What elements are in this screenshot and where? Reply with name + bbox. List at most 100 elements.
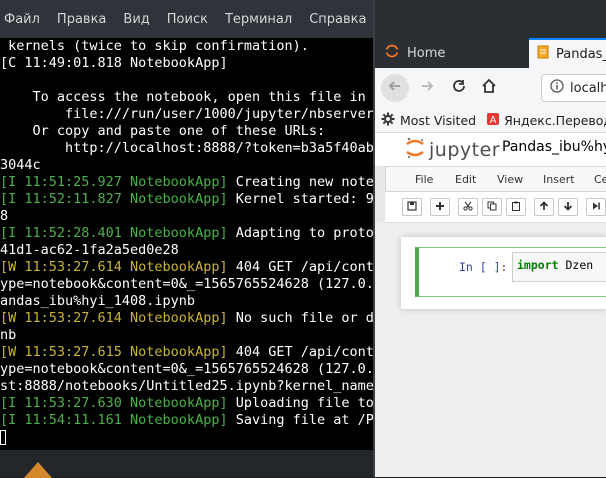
plus-icon bbox=[435, 201, 445, 214]
tab-home[interactable]: Home bbox=[375, 38, 529, 68]
log-message: Kernel started: 95 bbox=[227, 191, 373, 207]
menu-terminal[interactable]: Терминал bbox=[225, 12, 292, 27]
terminal-line: [I 11:53:27.630 NotebookApp] Uploading f… bbox=[0, 395, 373, 412]
jupyter-tab-icon bbox=[385, 44, 399, 62]
terminal-line: [I 11:52:11.827 NotebookApp] Kernel star… bbox=[0, 191, 373, 208]
run-button[interactable] bbox=[586, 198, 606, 216]
code-cell[interactable]: In [ ]: import Dzen bbox=[415, 247, 606, 297]
menu-file[interactable]: Файл bbox=[4, 12, 40, 27]
menu-search[interactable]: Поиск bbox=[167, 12, 208, 27]
terminal-line: st:8888/notebooks/Untitled25.ipynb?kerne… bbox=[0, 378, 373, 394]
move-down-button[interactable] bbox=[558, 198, 578, 216]
log-message: 404 GET /api/conte bbox=[227, 344, 373, 360]
terminal-line: To access the notebook, open this file i… bbox=[0, 89, 373, 105]
nb-menu-file[interactable]: File bbox=[415, 173, 433, 186]
save-button[interactable] bbox=[402, 198, 422, 216]
back-button[interactable] bbox=[381, 74, 409, 102]
notebook-page: In [ ]: import Dzen bbox=[401, 237, 606, 309]
tab-notebook[interactable]: Pandas_ bbox=[529, 38, 606, 68]
gear-icon bbox=[381, 112, 395, 129]
move-up-button[interactable] bbox=[534, 198, 554, 216]
copy-button[interactable] bbox=[482, 198, 502, 216]
info-icon[interactable] bbox=[550, 79, 564, 97]
bookmark-most-visited-label: Most Visited bbox=[400, 112, 477, 128]
taskbar-strip bbox=[0, 450, 373, 477]
menu-help[interactable]: Справка bbox=[309, 12, 366, 27]
notebook-toolbar bbox=[385, 192, 606, 223]
menu-edit[interactable]: Правка bbox=[57, 12, 106, 27]
terminal-line: andas_ibu%hyi_1408.ipynb bbox=[0, 293, 196, 309]
log-message: Adapting to protoc bbox=[227, 225, 373, 241]
reload-icon bbox=[451, 78, 467, 98]
terminal-line: [I 11:51:25.927 NotebookApp] Creating ne… bbox=[0, 174, 373, 191]
copy-icon bbox=[487, 201, 497, 214]
log-message: Creating new noteb bbox=[227, 174, 373, 190]
insert-cell-button[interactable] bbox=[430, 198, 450, 216]
arrow-up-icon bbox=[539, 200, 549, 214]
log-prefix: [I 11:52:11.827 NotebookApp] bbox=[0, 191, 228, 207]
nb-menu-view[interactable]: View bbox=[497, 173, 523, 186]
code-input[interactable]: import Dzen bbox=[512, 252, 606, 282]
terminal-line: 3044c bbox=[0, 157, 41, 173]
scissors-icon bbox=[463, 201, 473, 214]
terminal-output[interactable]: kernels (twice to skip confirmation). [C … bbox=[0, 38, 373, 450]
notebook-title[interactable]: Pandas_ibu%hyi bbox=[502, 139, 606, 155]
svg-text:A: A bbox=[490, 115, 497, 126]
notebook-area: In [ ]: import Dzen bbox=[375, 223, 606, 477]
nb-menu-insert[interactable]: Insert bbox=[543, 173, 575, 186]
terminal-line: [W 11:53:27.615 NotebookApp] 404 GET /ap… bbox=[0, 344, 373, 361]
notebook-tab-icon bbox=[537, 45, 549, 63]
browser-window: Home Pandas_ localh Most Visited A Яндек… bbox=[375, 0, 606, 477]
bookmark-yandex-translate[interactable]: A Яндекс.Переводч bbox=[486, 112, 606, 129]
tab-notebook-label: Pandas_ bbox=[556, 46, 606, 62]
home-icon bbox=[481, 78, 497, 98]
log-prefix: [W 11:53:27.614 NotebookApp] bbox=[0, 259, 228, 275]
terminal-line: [I 11:54:11.161 NotebookApp] Saving file… bbox=[0, 412, 373, 429]
step-forward-icon bbox=[591, 201, 601, 214]
log-message: 404 GET /api/conte bbox=[227, 259, 373, 275]
nb-menu-cell[interactable]: Ce bbox=[594, 173, 606, 186]
terminal-line: Or copy and paste one of these URLs: bbox=[0, 123, 326, 139]
nb-menu-edit[interactable]: Edit bbox=[455, 173, 476, 186]
log-prefix: [W 11:53:27.614 NotebookApp] bbox=[0, 310, 228, 326]
terminal-line: [W 11:53:27.614 NotebookApp] 404 GET /ap… bbox=[0, 259, 373, 276]
jupyter-logo[interactable]: jupyter bbox=[405, 136, 500, 164]
forward-button[interactable] bbox=[413, 74, 441, 102]
log-prefix: [I 11:53:27.630 NotebookApp] bbox=[0, 395, 228, 411]
jupyter-logo-icon bbox=[405, 136, 425, 164]
code-keyword: import bbox=[517, 258, 559, 272]
code-text: Dzen bbox=[558, 258, 594, 272]
paste-button[interactable] bbox=[506, 198, 526, 216]
translate-icon: A bbox=[486, 112, 500, 129]
home-button[interactable] bbox=[475, 74, 503, 102]
terminal-line: ype=notebook&content=0&_=1565765524628 (… bbox=[0, 276, 373, 292]
menu-view[interactable]: Вид bbox=[123, 12, 149, 27]
arrow-down-icon bbox=[563, 201, 573, 214]
reload-button[interactable] bbox=[445, 74, 473, 102]
terminal-line: ype=notebook&content=0&_=1565765524628 (… bbox=[0, 361, 373, 377]
arrow-right-icon bbox=[419, 78, 435, 98]
cut-button[interactable] bbox=[458, 198, 478, 216]
terminal-line: http://localhost:8888/?token=b3a5f40ab8 bbox=[0, 140, 373, 156]
jupyter-header: jupyter Pandas_ibu%hyi bbox=[375, 133, 606, 166]
paste-icon bbox=[511, 201, 521, 214]
app-launcher-icon[interactable] bbox=[24, 462, 52, 478]
jupyter-wordmark: jupyter bbox=[429, 139, 501, 161]
terminal-line: 41d1-ac62-1fa2a5ed0e28 bbox=[0, 242, 179, 258]
tab-bar: Home Pandas_ bbox=[375, 0, 606, 68]
log-prefix: [I 11:51:25.927 NotebookApp] bbox=[0, 174, 228, 190]
terminal-line: [I 11:52:28.401 NotebookApp] Adapting to… bbox=[0, 225, 373, 242]
terminal-line: [C 11:49:01.818 NotebookApp] bbox=[0, 55, 228, 72]
log-message: Uploading file to bbox=[227, 395, 373, 411]
bookmark-most-visited[interactable]: Most Visited bbox=[381, 112, 476, 129]
url-bar[interactable]: localh bbox=[541, 74, 606, 102]
log-message: Saving file at /Pa bbox=[227, 412, 373, 428]
log-prefix: [I 11:54:11.161 NotebookApp] bbox=[0, 412, 228, 428]
bookmarks-toolbar: Most Visited A Яндекс.Переводч bbox=[375, 108, 606, 133]
save-icon bbox=[407, 200, 417, 214]
log-message: No such file or di bbox=[227, 310, 373, 326]
notebook-menubar: File Edit View Insert Ce bbox=[385, 166, 606, 192]
log-prefix: [W 11:53:27.615 NotebookApp] bbox=[0, 344, 228, 360]
log-prefix: [I 11:52:28.401 NotebookApp] bbox=[0, 225, 228, 241]
terminal-menubar: Файл Правка Вид Поиск Терминал Справка bbox=[0, 0, 373, 38]
